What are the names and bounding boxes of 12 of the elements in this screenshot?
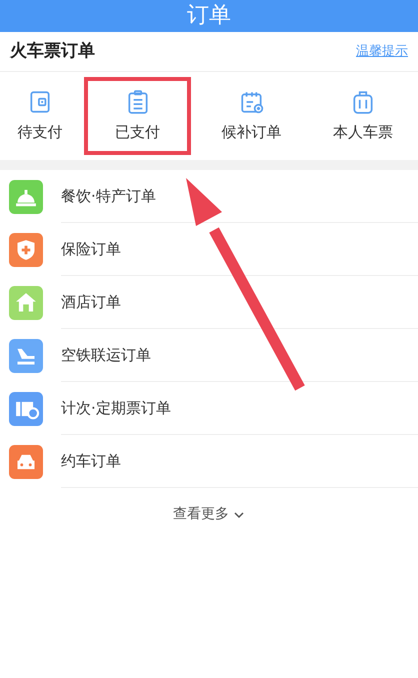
order-row[interactable]: 计次·定期票订单 xyxy=(0,382,418,435)
order-row[interactable]: 酒店订单 xyxy=(0,276,418,329)
section-title: 火车票订单 xyxy=(10,40,95,63)
show-more-button[interactable]: 查看更多 xyxy=(173,504,245,525)
order-tab[interactable]: 已支付 xyxy=(84,77,191,155)
order-row[interactable]: 保险订单 xyxy=(0,223,418,276)
order-tab[interactable]: 候补订单 xyxy=(212,77,290,155)
order-row[interactable]: 约车订单 xyxy=(0,435,418,488)
page-title: 订单 xyxy=(187,5,231,27)
order-row[interactable]: 空铁联运订单 xyxy=(0,329,418,382)
order-tab[interactable]: 本人车票 xyxy=(324,77,402,155)
order-tab[interactable]: 待支付 xyxy=(1,77,79,155)
